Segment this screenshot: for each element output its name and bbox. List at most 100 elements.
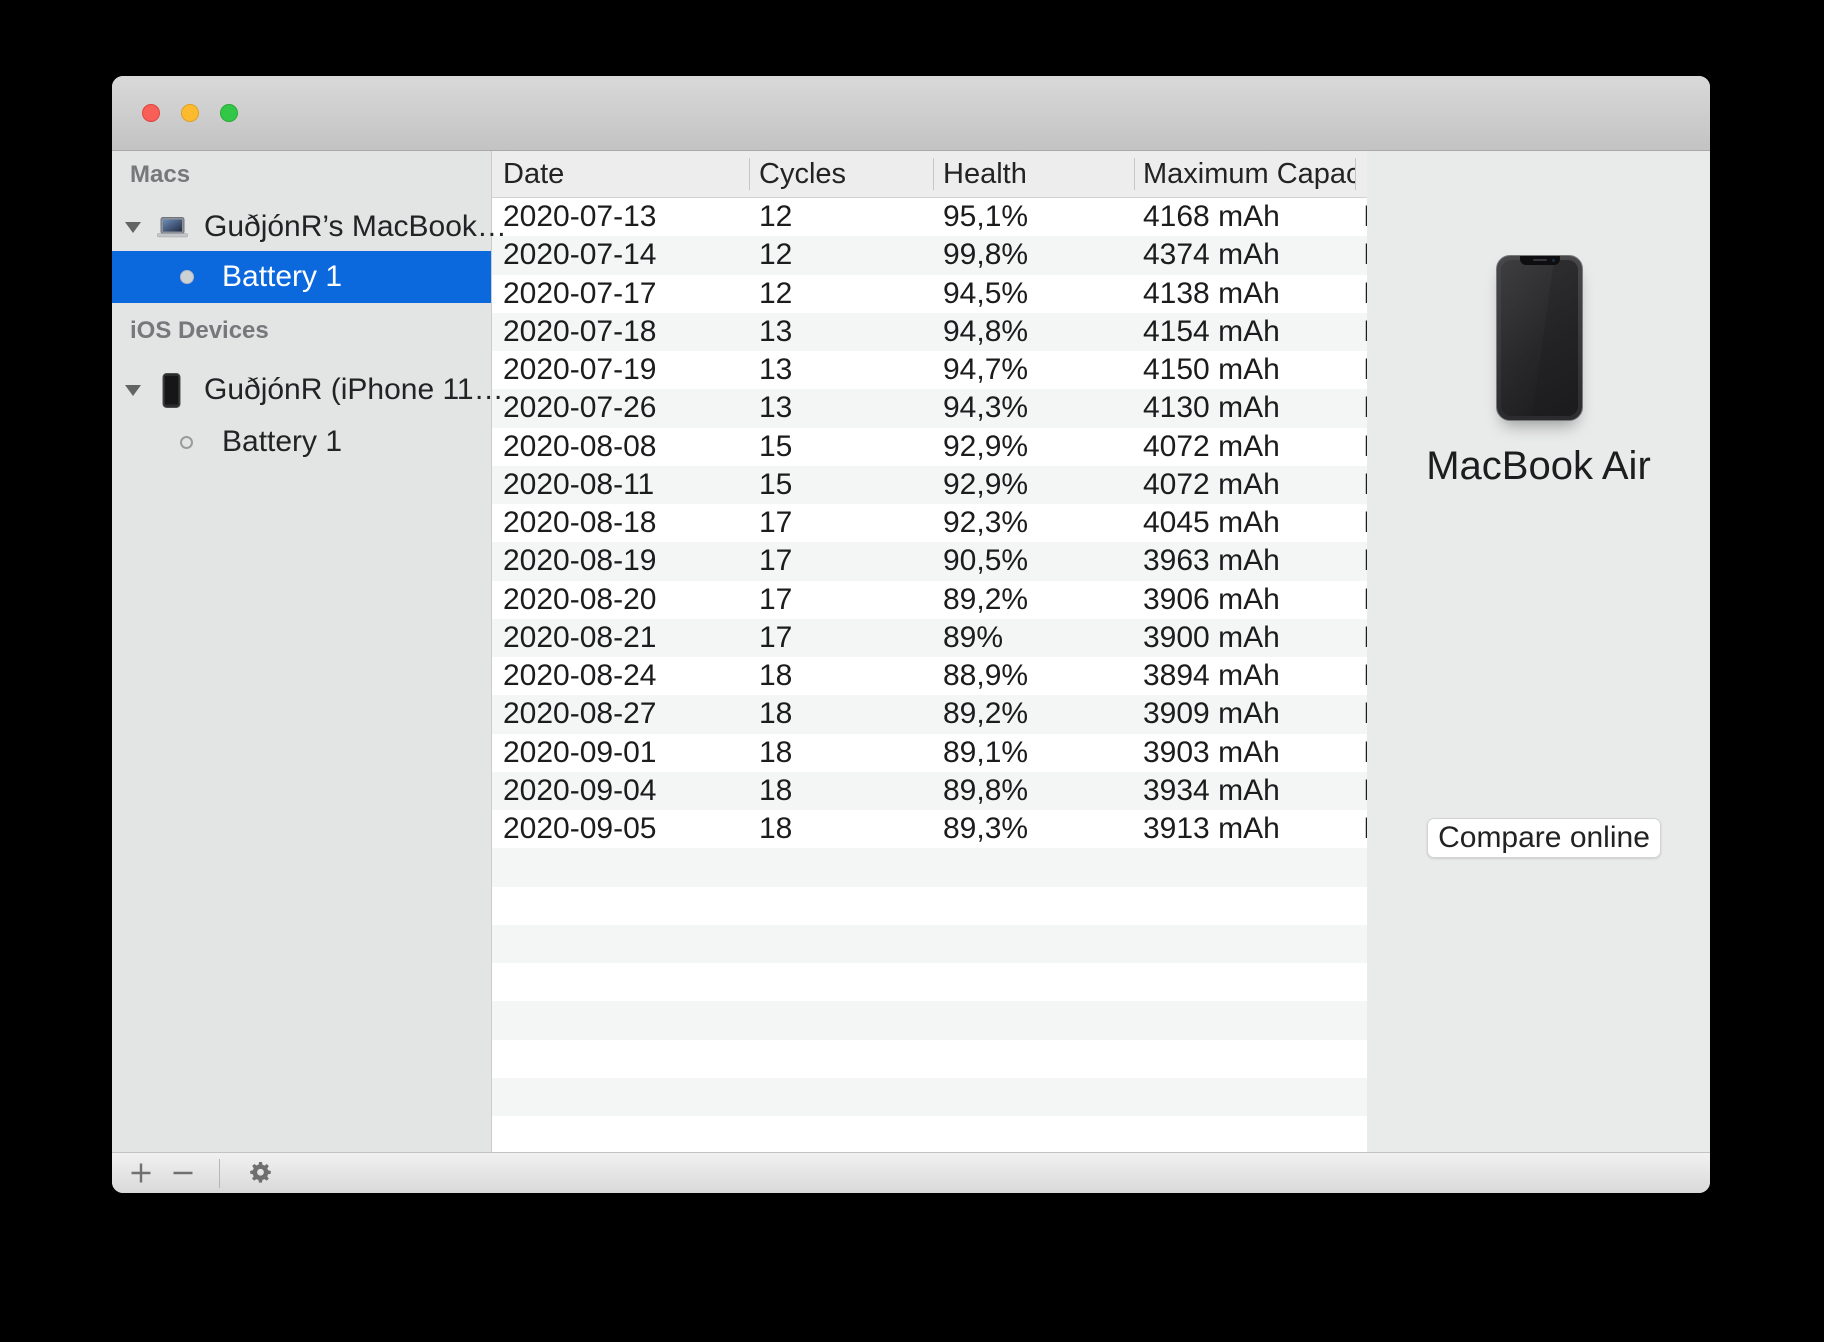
clipped-next-column-text: I <box>1355 351 1367 389</box>
table-cell: 18 <box>749 772 933 810</box>
table-row[interactable]: 2020-07-261394,3%4130 mAhI <box>492 389 1367 427</box>
table-row[interactable]: 2020-08-201789,2%3906 mAhI <box>492 581 1367 619</box>
table-cell: 2020-08-27 <box>492 695 749 733</box>
table-row[interactable]: 2020-08-111592,9%4072 mAhI <box>492 466 1367 504</box>
table-row-empty[interactable] <box>492 963 1367 1001</box>
table-cell: 89,3% <box>933 810 1134 848</box>
table-cell: 94,8% <box>933 313 1134 351</box>
add-icon[interactable] <box>129 1161 153 1185</box>
table-row[interactable]: 2020-08-241888,9%3894 mAhI <box>492 657 1367 695</box>
sidebar-item-label: GuðjónR (iPhone 11… <box>204 373 504 407</box>
table-row[interactable]: 2020-08-211789%3900 mAhI <box>492 619 1367 657</box>
table-cell: 12 <box>749 236 933 274</box>
clipped-next-column-text: I <box>1355 428 1367 466</box>
table-cell: 2020-07-18 <box>492 313 749 351</box>
table-cell: 2020-09-01 <box>492 734 749 772</box>
table-cell: 13 <box>749 313 933 351</box>
sidebar-item-iphone[interactable]: GuðjónR (iPhone 11… <box>112 364 491 416</box>
table-cell: 3906 mAh <box>1134 581 1355 619</box>
table-cell: 2020-08-19 <box>492 542 749 580</box>
table-cell: 2020-08-18 <box>492 504 749 542</box>
clipped-next-column-text: I <box>1355 542 1367 580</box>
phone-notch <box>1520 256 1560 265</box>
table-row[interactable]: 2020-07-171294,5%4138 mAhI <box>492 275 1367 313</box>
bottom-toolbar <box>112 1152 1710 1193</box>
table-row-empty[interactable] <box>492 1078 1367 1116</box>
column-header-date[interactable]: Date <box>492 151 749 197</box>
table-cell: 90,5% <box>933 542 1134 580</box>
table-cell: 99,8% <box>933 236 1134 274</box>
phone-speaker <box>1533 259 1547 261</box>
table-cell: 13 <box>749 351 933 389</box>
table-cell: 92,3% <box>933 504 1134 542</box>
table-cell: 3913 mAh <box>1134 810 1355 848</box>
table-cell: 2020-07-17 <box>492 275 749 313</box>
disclosure-triangle-icon[interactable] <box>125 385 141 396</box>
table-row[interactable]: 2020-07-131295,1%4168 mAhI <box>492 198 1367 236</box>
sidebar-item-macbook[interactable]: GuðjónR’s MacBook… <box>112 201 491 253</box>
column-header-maximum-capacity[interactable]: Maximum Capacity <box>1134 151 1355 197</box>
title-bar[interactable] <box>112 76 1710 151</box>
table-cell: 89,2% <box>933 581 1134 619</box>
table-row[interactable]: 2020-09-051889,3%3913 mAhI <box>492 810 1367 848</box>
table-row[interactable]: 2020-07-181394,8%4154 mAhI <box>492 313 1367 351</box>
column-header-clipped <box>1355 151 1367 197</box>
table-row[interactable]: 2020-08-191790,5%3963 mAhI <box>492 542 1367 580</box>
table-cell: 92,9% <box>933 466 1134 504</box>
battery-history-table: DateCyclesHealthMaximum Capacity 2020-07… <box>492 151 1367 1152</box>
table-cell: 4130 mAh <box>1134 389 1355 427</box>
table-row[interactable]: 2020-08-081592,9%4072 mAhI <box>492 428 1367 466</box>
table-cell: 94,5% <box>933 275 1134 313</box>
table-cell: 2020-09-04 <box>492 772 749 810</box>
disclosure-triangle-icon[interactable] <box>125 222 141 233</box>
table-header: DateCyclesHealthMaximum Capacity <box>492 151 1367 198</box>
table-body: 2020-07-131295,1%4168 mAhI2020-07-141299… <box>492 198 1367 1152</box>
clipped-next-column-text: I <box>1355 581 1367 619</box>
gear-icon[interactable] <box>246 1159 275 1188</box>
zoom-button[interactable] <box>220 104 238 122</box>
table-cell: 89,1% <box>933 734 1134 772</box>
traffic-lights <box>142 104 238 122</box>
phone-screen <box>1501 260 1578 416</box>
content-area: Macs GuðjónR’s MacBook… Batte <box>112 151 1710 1152</box>
table-row-empty[interactable] <box>492 887 1367 925</box>
table-cell: 4072 mAh <box>1134 428 1355 466</box>
compare-online-button[interactable]: Compare online <box>1427 818 1661 858</box>
table-row[interactable]: 2020-07-191394,7%4150 mAhI <box>492 351 1367 389</box>
sidebar-item-battery1-mac[interactable]: Battery 1 <box>112 251 491 303</box>
sidebar-item-battery1-iphone[interactable]: Battery 1 <box>112 416 491 468</box>
table-cell: 2020-08-11 <box>492 466 749 504</box>
table-cell: 17 <box>749 504 933 542</box>
battery-bullet-icon <box>180 270 194 284</box>
table-cell: 2020-07-14 <box>492 236 749 274</box>
sidebar-section-macs: Macs <box>130 161 190 189</box>
minimize-button[interactable] <box>181 104 199 122</box>
table-row[interactable]: 2020-08-181792,3%4045 mAhI <box>492 504 1367 542</box>
table-cell: 12 <box>749 275 933 313</box>
table-row-empty[interactable] <box>492 848 1367 886</box>
table-cell: 17 <box>749 581 933 619</box>
table-row[interactable]: 2020-07-141299,8%4374 mAhI <box>492 236 1367 274</box>
close-button[interactable] <box>142 104 160 122</box>
clipped-next-column-text: I <box>1355 734 1367 772</box>
table-cell: 2020-07-13 <box>492 198 749 236</box>
column-header-cycles[interactable]: Cycles <box>749 151 933 197</box>
table-row[interactable]: 2020-09-041889,8%3934 mAhI <box>492 772 1367 810</box>
table-cell: 3934 mAh <box>1134 772 1355 810</box>
clipped-next-column-text: I <box>1355 772 1367 810</box>
table-cell: 15 <box>749 466 933 504</box>
table-cell: 15 <box>749 428 933 466</box>
column-header-health[interactable]: Health <box>933 151 1134 197</box>
table-row[interactable]: 2020-08-271889,2%3909 mAhI <box>492 695 1367 733</box>
table-cell: 2020-08-20 <box>492 581 749 619</box>
clipped-next-column-text: I <box>1355 198 1367 236</box>
table-row-empty[interactable] <box>492 1116 1367 1152</box>
table-cell: 4072 mAh <box>1134 466 1355 504</box>
table-row[interactable]: 2020-09-011889,1%3903 mAhI <box>492 734 1367 772</box>
remove-icon[interactable] <box>171 1161 195 1185</box>
table-row-empty[interactable] <box>492 1040 1367 1078</box>
phone-camera <box>1552 259 1555 262</box>
table-cell: 18 <box>749 810 933 848</box>
table-row-empty[interactable] <box>492 925 1367 963</box>
table-row-empty[interactable] <box>492 1001 1367 1039</box>
